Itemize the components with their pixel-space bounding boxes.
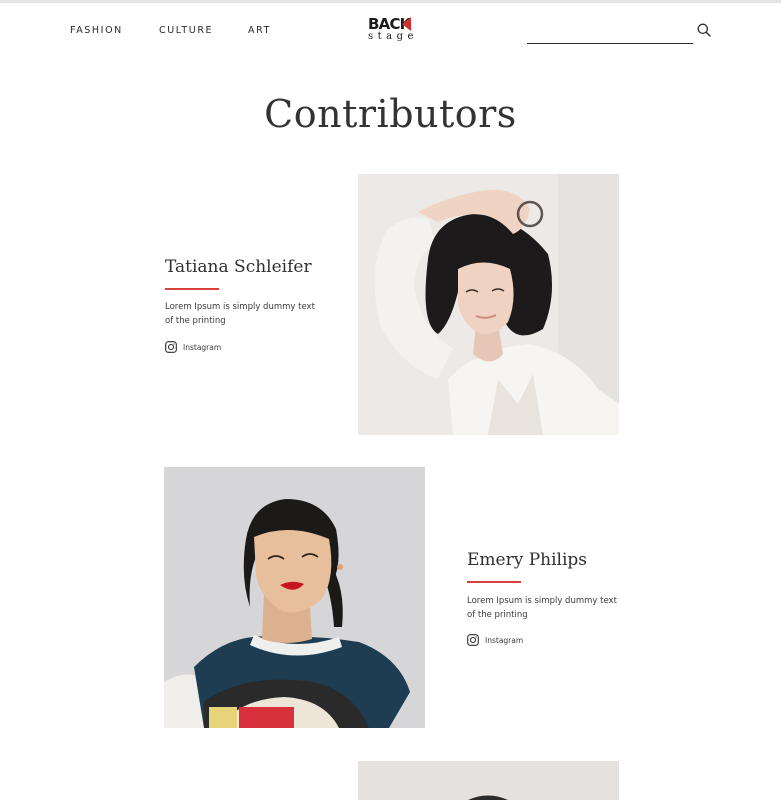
search-underline — [527, 43, 693, 44]
accent-divider — [467, 581, 521, 583]
contributor-description: Lorem Ipsum is simply dummy text of the … — [165, 302, 315, 326]
nav-link-culture[interactable]: CULTURE — [159, 25, 213, 36]
instagram-label: Instagram — [485, 635, 524, 645]
nav-link-fashion[interactable]: FASHION — [70, 25, 123, 36]
contributor-description: Lorem Ipsum is simply dummy text of the … — [467, 596, 617, 620]
page-title: Contributors — [264, 92, 517, 136]
contributor-photo — [358, 174, 619, 435]
contributor-photo — [164, 467, 425, 728]
logo-text-stage: stage — [368, 31, 418, 42]
accent-divider — [165, 288, 219, 290]
backstage-logo[interactable]: BACK stage — [366, 15, 416, 45]
search-input[interactable] — [527, 20, 693, 34]
logo-flag-icon — [402, 17, 411, 31]
instagram-icon — [165, 341, 177, 353]
portrait-image — [164, 467, 425, 728]
contributor-name: Tatiana Schleifer — [165, 257, 312, 277]
instagram-label: Instagram — [183, 342, 222, 352]
portrait-image — [358, 174, 619, 435]
top-border — [0, 0, 781, 3]
instagram-link[interactable]: Instagram — [467, 633, 523, 647]
contributor-name: Emery Philips — [467, 550, 588, 570]
contributor-photo — [358, 761, 619, 800]
portrait-image — [358, 761, 619, 800]
search-icon[interactable] — [697, 23, 711, 37]
instagram-link[interactable]: Instagram — [165, 340, 221, 354]
nav-link-art[interactable]: ART — [248, 25, 271, 36]
instagram-icon — [467, 634, 479, 646]
